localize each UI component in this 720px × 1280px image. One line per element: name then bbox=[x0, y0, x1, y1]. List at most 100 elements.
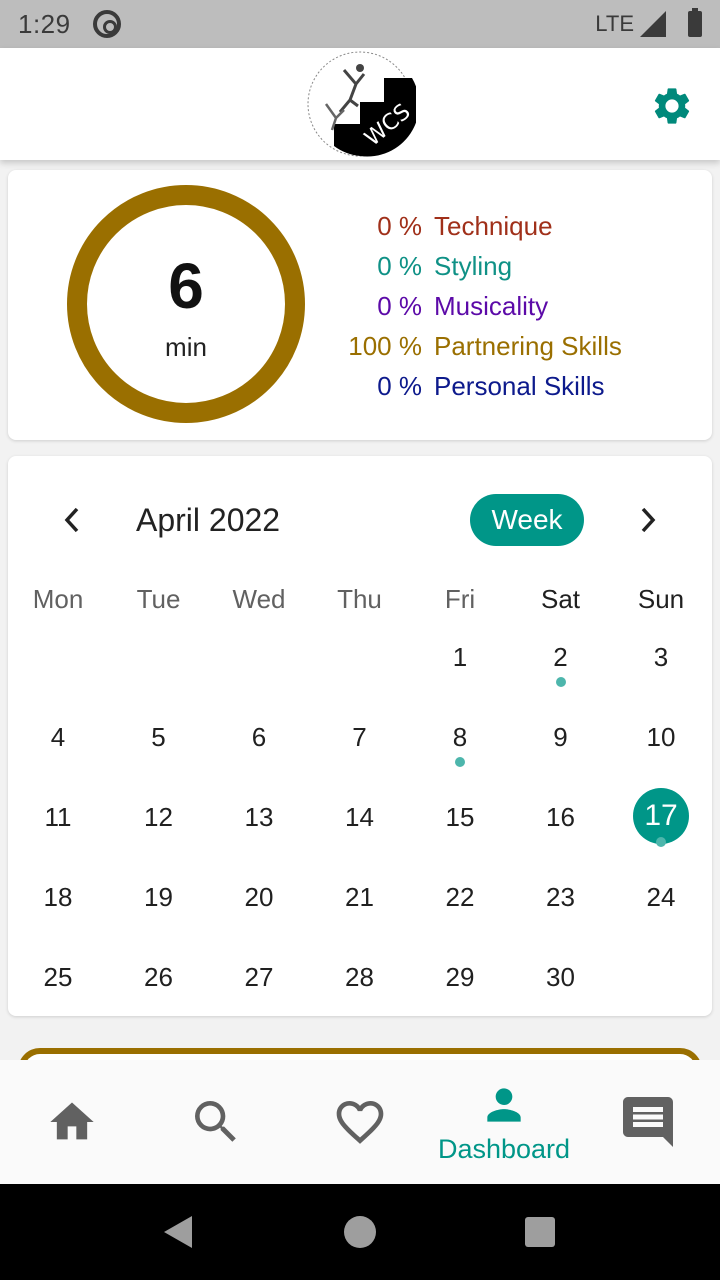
calendar-card: April 2022 Week Mon Tue Wed Thu Fri Sat Sun 12… bbox=[8, 456, 712, 1016]
week-view-button[interactable]: Week bbox=[470, 494, 584, 546]
day-number: 18 bbox=[43, 882, 73, 912]
nav-home[interactable] bbox=[0, 1060, 144, 1184]
network-type: LTE bbox=[595, 11, 634, 36]
calendar-day[interactable]: 19 bbox=[109, 856, 209, 936]
calendar-day[interactable]: 7 bbox=[310, 696, 410, 776]
day-number: 15 bbox=[445, 802, 475, 832]
chat-icon bbox=[623, 1097, 673, 1147]
weekday-label: Fri bbox=[444, 584, 476, 614]
day-number: 2 bbox=[553, 642, 568, 672]
calendar-day[interactable]: 16 bbox=[511, 776, 611, 856]
day-number: 23 bbox=[546, 882, 575, 912]
calendar-day[interactable]: 12 bbox=[109, 776, 209, 856]
calendar-day[interactable]: 4 bbox=[8, 696, 108, 776]
calendar-day[interactable]: 24 bbox=[611, 856, 711, 936]
calendar-day[interactable]: 28 bbox=[310, 936, 410, 1016]
calendar-day[interactable]: 26 bbox=[109, 936, 209, 1016]
day-number: 20 bbox=[244, 882, 274, 912]
legend-item: 0 % Musicality bbox=[338, 286, 622, 326]
day-number: 12 bbox=[144, 802, 173, 832]
calendar-day[interactable]: 5 bbox=[109, 696, 209, 776]
weekday-label: Sat bbox=[540, 584, 581, 614]
calendar-day[interactable]: 11 bbox=[8, 776, 108, 856]
gear-icon bbox=[654, 88, 690, 124]
calendar-day[interactable]: 27 bbox=[209, 936, 309, 1016]
calendar-day[interactable]: 17 bbox=[611, 776, 711, 856]
day-number: 26 bbox=[144, 962, 173, 992]
legend-item: 0 % Technique bbox=[338, 206, 622, 246]
calendar-day[interactable]: 2 bbox=[511, 616, 611, 696]
next-month-button[interactable] bbox=[628, 500, 668, 540]
legend-percent: 0 % bbox=[377, 290, 422, 321]
minutes-value: 6 bbox=[168, 249, 204, 322]
day-number: 24 bbox=[646, 882, 676, 912]
day-number: 22 bbox=[445, 882, 475, 912]
day-number: 8 bbox=[452, 722, 468, 752]
day-number: 13 bbox=[244, 802, 274, 832]
legend-label: Personal Skills bbox=[434, 370, 605, 401]
status-indicators: LTE bbox=[595, 8, 702, 37]
activity-dot bbox=[555, 677, 566, 687]
day-number: 6 bbox=[251, 722, 267, 752]
nav-dashboard-label: Dashboard bbox=[437, 1133, 571, 1164]
calendar-day[interactable]: 8 bbox=[410, 696, 510, 776]
calendar-day[interactable]: 22 bbox=[410, 856, 510, 936]
calendar-day[interactable]: 25 bbox=[8, 936, 108, 1016]
minutes-ring: 6 min bbox=[66, 184, 306, 424]
nav-search[interactable] bbox=[144, 1060, 288, 1184]
back-icon[interactable] bbox=[164, 1216, 192, 1248]
home-circle-icon[interactable] bbox=[344, 1216, 376, 1248]
month-title: April 2022 bbox=[136, 502, 281, 538]
calendar-day[interactable]: 13 bbox=[209, 776, 309, 856]
calendar-day[interactable]: 14 bbox=[310, 776, 410, 856]
day-number: 29 bbox=[445, 962, 475, 992]
day-number: 16 bbox=[546, 802, 575, 832]
settings-button[interactable] bbox=[650, 84, 694, 128]
day-number: 4 bbox=[50, 722, 66, 752]
calendar-day[interactable]: 18 bbox=[8, 856, 108, 936]
calendar-day[interactable]: 15 bbox=[410, 776, 510, 856]
weekday-label: Wed bbox=[232, 584, 286, 614]
day-number: 30 bbox=[546, 962, 575, 992]
legend-item: 0 % Personal Skills bbox=[338, 366, 622, 406]
notification-icon bbox=[92, 10, 121, 38]
person-icon bbox=[487, 1087, 521, 1122]
search-icon bbox=[195, 1101, 236, 1142]
weekday-label: Mon bbox=[32, 584, 84, 614]
weekday-row: Mon Tue Wed Thu Fri Sat Sun bbox=[8, 584, 712, 616]
calendar-day[interactable]: 21 bbox=[310, 856, 410, 936]
activity-dot bbox=[656, 837, 666, 847]
calendar-day[interactable]: 10 bbox=[611, 696, 711, 776]
day-number: 17 bbox=[644, 799, 678, 832]
nav-favorites[interactable] bbox=[288, 1060, 432, 1184]
day-number: 14 bbox=[345, 802, 374, 832]
calendar-day[interactable]: 3 bbox=[611, 616, 711, 696]
calendar-header: April 2022 Week bbox=[8, 492, 712, 548]
calendar-day[interactable]: 29 bbox=[410, 936, 510, 1016]
calendar-day[interactable]: 6 bbox=[209, 696, 309, 776]
bottom-navigation: Dashboard bbox=[0, 1060, 720, 1184]
signal-icon bbox=[640, 11, 666, 37]
nav-messages[interactable] bbox=[576, 1060, 720, 1184]
heart-icon bbox=[336, 1101, 384, 1144]
weekday-label: Thu bbox=[337, 584, 382, 614]
day-number: 9 bbox=[553, 722, 568, 752]
legend-label: Partnering Skills bbox=[434, 330, 622, 361]
calendar-day[interactable]: 9 bbox=[511, 696, 611, 776]
day-number: 19 bbox=[144, 882, 173, 912]
recent-apps-icon[interactable] bbox=[525, 1217, 555, 1247]
calendar-day[interactable]: 20 bbox=[209, 856, 309, 936]
status-bar: 1:29 LTE bbox=[0, 0, 720, 48]
previous-month-button[interactable] bbox=[52, 500, 92, 540]
day-number: 10 bbox=[646, 722, 676, 752]
app-bar: WCS bbox=[0, 48, 720, 160]
activity-dot bbox=[455, 757, 465, 767]
calendar-day[interactable]: 1 bbox=[410, 616, 510, 696]
chevron-left-icon bbox=[64, 507, 79, 533]
legend-percent: 0 % bbox=[377, 370, 422, 401]
calendar-day[interactable]: 30 bbox=[511, 936, 611, 1016]
nav-dashboard[interactable]: Dashboard bbox=[432, 1060, 576, 1184]
legend-item: 100 % Partnering Skills bbox=[338, 326, 622, 366]
day-number: 1 bbox=[452, 642, 468, 672]
calendar-day[interactable]: 23 bbox=[511, 856, 611, 936]
